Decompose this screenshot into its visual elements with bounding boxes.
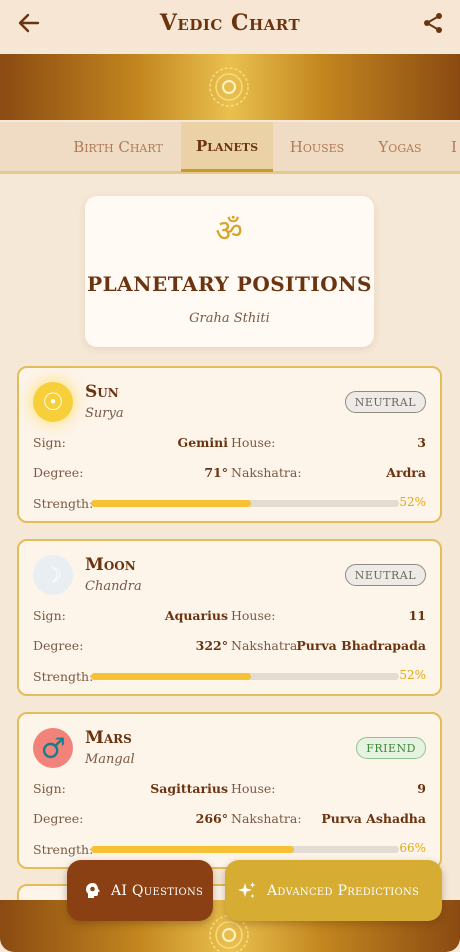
- sign-label: Sign:: [33, 608, 66, 623]
- degree-value: 71°: [204, 465, 228, 480]
- nakshatra-value: Purva Ashadha: [321, 811, 426, 826]
- strength-percent: 52%: [399, 668, 426, 682]
- strength-bar-fill: [91, 673, 252, 680]
- planet-sanskrit-name: Chandra: [85, 579, 142, 594]
- planetary-positions-header-card: ॐ PLANETARY POSITIONS Graha Sthiti: [85, 196, 374, 347]
- decorative-banner: [0, 54, 460, 120]
- strength-label: Strength:: [33, 496, 94, 511]
- sun-icon: ☉: [33, 382, 73, 422]
- sign-value: Gemini: [177, 435, 228, 450]
- share-button[interactable]: [418, 9, 448, 37]
- nakshatra-label: Nakshatra:: [231, 811, 302, 826]
- degree-label: Degree:: [33, 811, 84, 826]
- strength-label: Strength:: [33, 842, 94, 857]
- arrow-left-icon: [18, 13, 40, 33]
- strength-bar-fill: [91, 500, 252, 507]
- advanced-predictions-button[interactable]: Advanced Predictions: [225, 860, 442, 921]
- strength-bar: [91, 846, 399, 853]
- strength-percent: 52%: [399, 495, 426, 509]
- status-badge: NEUTRAL: [344, 391, 426, 413]
- planet-name: Sun: [85, 382, 119, 402]
- nakshatra-value: Purva Bhadrapada: [296, 638, 426, 653]
- sign-label: Sign:: [33, 781, 66, 796]
- house-value: 11: [408, 608, 426, 623]
- mars-icon: ♂: [33, 728, 73, 768]
- sign-label: Sign:: [33, 435, 66, 450]
- planet-sanskrit-name: Surya: [85, 406, 124, 421]
- strength-bar-fill: [91, 846, 295, 853]
- house-label: House:: [231, 781, 276, 796]
- tab-birth-chart[interactable]: Birth Chart: [62, 122, 174, 172]
- section-title: PLANETARY POSITIONS: [87, 272, 372, 296]
- mandala-icon: [209, 67, 249, 107]
- degree-label: Degree:: [33, 465, 84, 480]
- sign-value: Sagittarius: [150, 781, 228, 796]
- tab-bar: Birth Chart Planets Houses Yogas I: [0, 122, 460, 174]
- strength-percent: 66%: [399, 841, 426, 855]
- planet-card-moon[interactable]: ☽ Moon Chandra NEUTRAL Sign: Aquarius Ho…: [17, 539, 442, 696]
- strength-bar: [91, 500, 399, 507]
- tab-houses[interactable]: Houses: [281, 122, 353, 172]
- back-button[interactable]: [14, 9, 44, 37]
- nakshatra-label: Nakshatra:: [231, 465, 302, 480]
- strength-bar: [91, 673, 399, 680]
- advanced-predictions-label: Advanced Predictions: [267, 882, 420, 899]
- sparkles-icon: [238, 881, 256, 898]
- app-header: Vedic Chart: [0, 0, 460, 46]
- planet-card-mars[interactable]: ♂ Mars Mangal FRIEND Sign: Sagittarius H…: [17, 712, 442, 869]
- house-value: 3: [417, 435, 426, 450]
- house-label: House:: [231, 608, 276, 623]
- ai-questions-label: AI Questions: [111, 882, 204, 899]
- status-badge: FRIEND: [356, 737, 426, 759]
- share-icon: [424, 13, 442, 33]
- om-icon: ॐ: [215, 214, 243, 249]
- sign-value: Aquarius: [164, 608, 228, 623]
- degree-value: 266°: [195, 811, 228, 826]
- nakshatra-label: Nakshatra:: [231, 638, 302, 653]
- degree-value: 322°: [195, 638, 228, 653]
- planet-card-sun[interactable]: ☉ Sun Surya NEUTRAL Sign: Gemini House: …: [17, 366, 442, 523]
- tab-overflow[interactable]: I: [448, 122, 460, 172]
- planet-name: Mars: [85, 728, 132, 748]
- status-badge: NEUTRAL: [344, 564, 426, 586]
- section-subtitle: Graha Sthiti: [189, 311, 270, 326]
- strength-label: Strength:: [33, 669, 94, 684]
- degree-label: Degree:: [33, 638, 84, 653]
- ai-questions-button[interactable]: AI Questions: [67, 860, 213, 921]
- tab-yogas[interactable]: Yogas: [367, 122, 433, 172]
- tab-planets[interactable]: Planets: [181, 122, 273, 172]
- planet-sanskrit-name: Mangal: [85, 752, 135, 767]
- house-label: House:: [231, 435, 276, 450]
- house-value: 9: [417, 781, 426, 796]
- brain-head-icon: [86, 882, 100, 898]
- page-title: Vedic Chart: [159, 10, 301, 36]
- nakshatra-value: Ardra: [386, 465, 426, 480]
- planet-name: Moon: [85, 555, 136, 575]
- moon-icon: ☽: [33, 555, 73, 595]
